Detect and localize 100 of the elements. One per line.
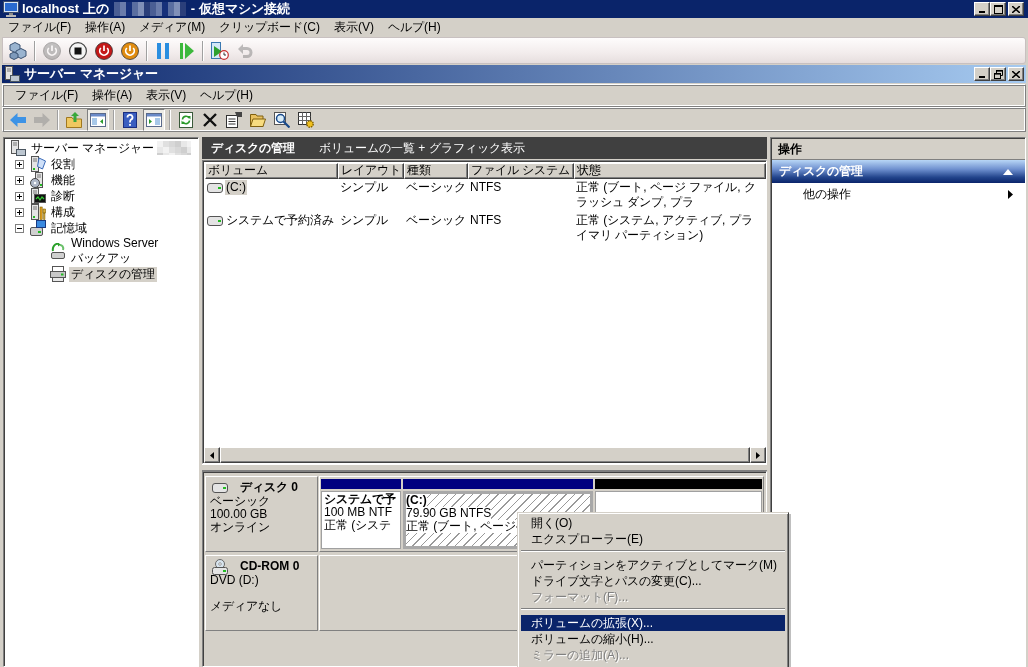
restore-icon bbox=[993, 69, 1003, 79]
window-pane-icon bbox=[146, 112, 162, 127]
power-icon bbox=[121, 41, 139, 60]
tree-item[interactable]: Windows Server バックアッ bbox=[69, 236, 196, 266]
table-cell-text: ベーシック bbox=[405, 179, 467, 196]
window-pane-icon bbox=[90, 112, 106, 127]
drive-icon bbox=[207, 183, 223, 193]
server-icon bbox=[4, 66, 20, 82]
menu-item[interactable]: ヘルプ(H) bbox=[193, 87, 260, 104]
menu-item[interactable]: ボリュームの拡張(X)... bbox=[521, 615, 785, 631]
column-header[interactable]: 状態 bbox=[574, 163, 766, 179]
table-cell-text: ベーシック bbox=[405, 212, 467, 229]
server-monitor-icon bbox=[30, 188, 46, 204]
menu-item[interactable]: 表示(V) bbox=[327, 19, 381, 36]
partition-size: 100 MB NTF bbox=[324, 506, 392, 519]
server-icon bbox=[10, 140, 26, 156]
partition-status: 正常 (ブート, ページ bbox=[406, 520, 516, 533]
power-icon bbox=[43, 41, 61, 60]
menu-item[interactable]: 操作(A) bbox=[85, 87, 140, 104]
delete-icon bbox=[203, 112, 217, 127]
drive-icon bbox=[212, 482, 228, 493]
menu-item[interactable]: クリップボード(C) bbox=[212, 19, 327, 36]
disk-type: ベーシック bbox=[210, 495, 270, 508]
disk-label-panel[interactable]: CD-ROM 0 DVD (D:) メディアなし bbox=[205, 555, 318, 631]
disk-type: DVD (D:) bbox=[210, 574, 259, 587]
toolbar-button[interactable] bbox=[66, 39, 90, 62]
disk-status: メディアなし bbox=[210, 600, 282, 613]
server-tools-icon bbox=[30, 204, 46, 220]
menu-item[interactable]: ファイル(F) bbox=[1, 19, 79, 36]
expand-icon[interactable] bbox=[14, 175, 24, 185]
splitter-bar[interactable] bbox=[202, 464, 767, 471]
server-document-icon bbox=[30, 156, 46, 172]
partition-name: システムで予 bbox=[324, 493, 396, 506]
table-cell[interactable]: (C:) bbox=[225, 180, 247, 195]
window-title: - 仮想マシン接続 bbox=[190, 0, 290, 18]
close-button[interactable] bbox=[1008, 2, 1024, 16]
panel-subtitle: ボリュームの一覧 + グラフィック表示 bbox=[319, 139, 525, 157]
panel-title: ディスクの管理 bbox=[211, 139, 295, 157]
tree-item[interactable]: 役割 bbox=[49, 156, 77, 172]
column-header[interactable]: レイアウト bbox=[338, 163, 404, 179]
pixelated-block bbox=[157, 141, 192, 155]
table-cell-text: NTFS bbox=[469, 179, 503, 196]
minimize-icon bbox=[979, 11, 985, 13]
cd-drive-icon bbox=[212, 558, 228, 575]
expand-icon[interactable] bbox=[14, 191, 24, 201]
drive-monitor-icon bbox=[30, 220, 46, 236]
column-header[interactable]: 種類 bbox=[404, 163, 468, 179]
restore-button[interactable] bbox=[990, 67, 1006, 81]
disk-size: 100.00 GB bbox=[210, 508, 268, 521]
help-icon bbox=[123, 111, 137, 128]
close-icon bbox=[1012, 5, 1020, 13]
menu-item[interactable]: パーティションをアクティブとしてマーク(M) bbox=[521, 557, 785, 573]
section-header[interactable]: ディスクの管理 bbox=[772, 160, 1025, 183]
pane-title: 操作 bbox=[772, 139, 1025, 160]
expand-icon[interactable] bbox=[14, 207, 24, 217]
tree-item[interactable]: 構成 bbox=[49, 204, 77, 220]
maximize-icon bbox=[993, 4, 1003, 14]
menu-item[interactable]: ファイル(F) bbox=[8, 87, 86, 104]
menu-item[interactable]: ボリュームの縮小(H)... bbox=[521, 631, 785, 647]
search-icon bbox=[274, 111, 290, 128]
table-cell-text: シンプル bbox=[339, 212, 389, 229]
folder-icon bbox=[250, 112, 266, 127]
close-button[interactable] bbox=[1008, 67, 1024, 81]
menu-item[interactable]: ヘルプ(H) bbox=[381, 19, 448, 36]
menu-item[interactable]: 表示(V) bbox=[139, 87, 194, 104]
tree-item[interactable]: 記憶域 bbox=[49, 220, 89, 236]
collapse-arrow-icon[interactable] bbox=[1003, 168, 1013, 175]
menu-item[interactable]: 操作(A) bbox=[78, 19, 133, 36]
drive-arrows-icon bbox=[50, 243, 66, 259]
pause-icon bbox=[156, 42, 170, 59]
tree-item[interactable]: 診断 bbox=[49, 188, 77, 204]
properties-icon bbox=[226, 111, 242, 128]
expand-icon[interactable] bbox=[14, 159, 24, 169]
refresh-icon bbox=[179, 111, 193, 128]
action-link[interactable]: 他の操作 bbox=[803, 186, 851, 203]
table-cell-text: シンプル bbox=[339, 179, 389, 196]
partition-size: 79.90 GB NTFS bbox=[406, 507, 492, 520]
table-cell[interactable]: システムで予約済み bbox=[225, 213, 335, 228]
menu-item[interactable]: ドライブ文字とパスの変更(C)... bbox=[521, 573, 785, 589]
scroll-left-button[interactable] bbox=[204, 447, 220, 463]
partition-area[interactable]: システムで予 100 MB NTF 正常 (システ bbox=[321, 491, 401, 549]
column-header[interactable]: ファイル システム bbox=[468, 163, 574, 179]
stop-icon bbox=[69, 41, 87, 60]
column-header[interactable]: ボリューム bbox=[205, 163, 338, 179]
printer-icon bbox=[50, 266, 66, 282]
tree-item[interactable]: サーバー マネージャー bbox=[29, 140, 157, 156]
maximize-button[interactable] bbox=[990, 2, 1006, 16]
collapse-icon[interactable] bbox=[14, 223, 24, 233]
disk-label-panel[interactable]: ディスク 0 ベーシック 100.00 GB オンライン bbox=[205, 476, 318, 552]
tree-item[interactable]: ディスクの管理 bbox=[69, 266, 157, 282]
power-icon bbox=[95, 41, 113, 60]
toolbar-button[interactable] bbox=[92, 39, 116, 62]
minimize-button[interactable] bbox=[974, 2, 990, 16]
partition-status: 正常 (システ bbox=[324, 519, 392, 532]
disk-name: ディスク 0 bbox=[240, 481, 298, 494]
left-arrow-icon bbox=[210, 451, 214, 459]
minimize-button[interactable] bbox=[974, 67, 990, 81]
tree-item[interactable]: 機能 bbox=[49, 172, 77, 188]
menu-item[interactable]: メディア(M) bbox=[132, 19, 213, 36]
scroll-right-button[interactable] bbox=[750, 447, 766, 463]
